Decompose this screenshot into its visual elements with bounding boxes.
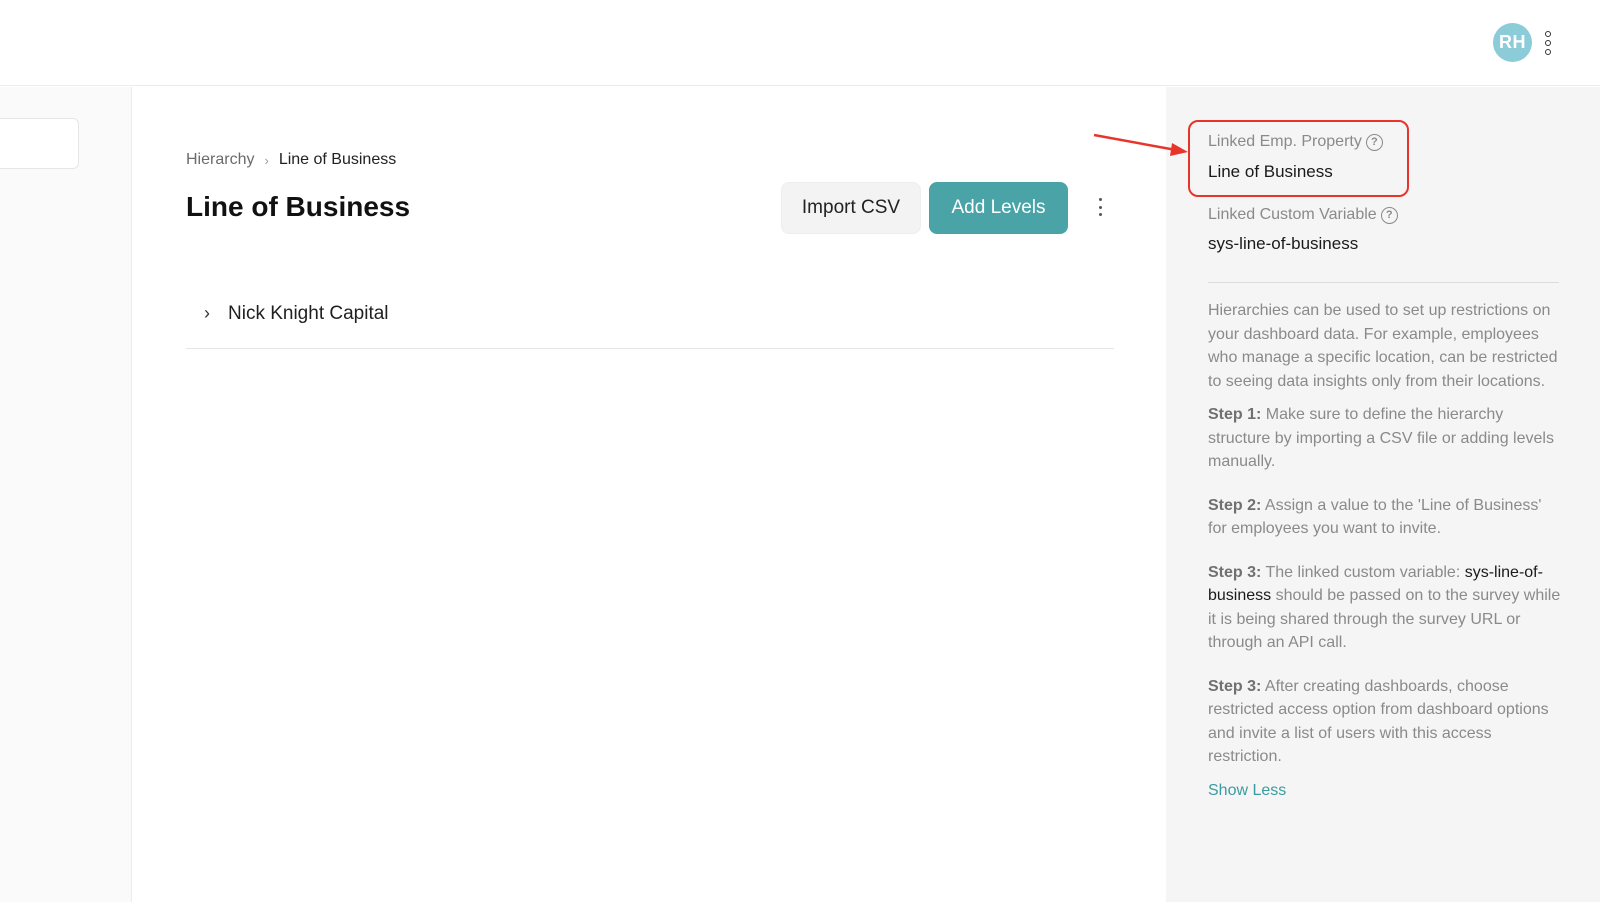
more-options-icon[interactable]	[1092, 195, 1108, 219]
vertical-dots-icon[interactable]	[1541, 31, 1555, 55]
breadcrumb-hierarchy-link[interactable]: Hierarchy	[186, 151, 254, 169]
page-title: Line of Business	[186, 191, 411, 222]
user-avatar[interactable]: RH	[1493, 23, 1532, 62]
chevron-right-icon: ›	[264, 152, 269, 168]
step-2: Step 2: Assign a value to the 'Line of B…	[1208, 496, 1542, 538]
breadcrumb: Hierarchy › Line of Business	[186, 151, 396, 169]
top-bar: RH	[0, 0, 1600, 86]
linked-custom-variable-label: Linked Custom Variable ?	[1208, 206, 1398, 224]
help-circle-icon[interactable]: ?	[1365, 133, 1383, 151]
tree-item[interactable]: › Nick Knight Capital	[186, 279, 1114, 349]
left-sidebar	[0, 87, 132, 902]
chevron-right-icon[interactable]: ›	[190, 303, 224, 324]
hierarchy-help-text: Hierarchies can be used to set up restri…	[1208, 299, 1564, 812]
sidebar-item[interactable]	[0, 118, 79, 169]
breadcrumb-current: Line of Business	[278, 151, 397, 168]
main-content: Hierarchy › Line of Business Line of Bus…	[133, 87, 1166, 902]
info-side-panel: Linked Emp. Property ? Line of Business …	[1166, 87, 1600, 902]
tree-item-label: Nick Knight Capital	[228, 302, 389, 324]
intro-text: Hierarchies can be used to set up restri…	[1208, 302, 1558, 390]
linked-emp-property-label: Linked Emp. Property ?	[1208, 133, 1383, 151]
step-4: Step 3: After creating dashboards, choos…	[1208, 677, 1549, 766]
help-circle-icon[interactable]: ?	[1380, 206, 1398, 224]
show-less-link[interactable]: Show Less	[1208, 782, 1286, 799]
import-csv-button[interactable]: Import CSV	[781, 182, 921, 234]
step-1: Step 1: Make sure to define the hierarch…	[1208, 406, 1554, 470]
divider	[1208, 282, 1559, 283]
linked-emp-property-value: Line of Business	[1208, 162, 1333, 181]
step-3: Step 3: The linked custom variable: sys-…	[1208, 563, 1561, 652]
linked-custom-variable-value: sys-line-of-business	[1208, 234, 1359, 253]
add-levels-button[interactable]: Add Levels	[929, 182, 1068, 234]
annotation-highlight-box	[1188, 120, 1409, 197]
